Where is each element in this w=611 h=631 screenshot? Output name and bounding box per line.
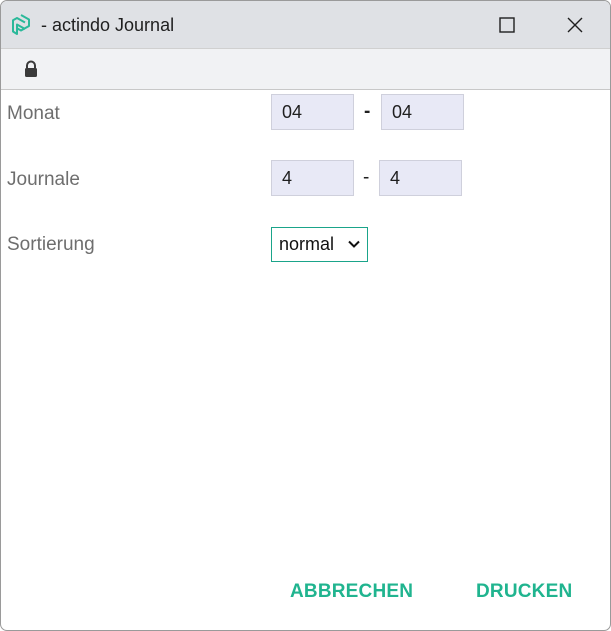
monat-to-input[interactable] (381, 94, 464, 130)
journale-to-input[interactable] (379, 160, 462, 196)
close-button[interactable] (543, 1, 607, 48)
close-icon (567, 17, 583, 32)
maximize-button[interactable] (475, 1, 539, 48)
sortierung-select[interactable]: normal (271, 227, 368, 262)
journale-label: Journale (7, 169, 80, 190)
monat-separator: - (364, 101, 371, 122)
sortierung-selected-value: normal (279, 234, 335, 254)
journale-from-input[interactable] (271, 160, 354, 196)
monat-label: Monat (7, 103, 60, 124)
print-button[interactable]: DRUCKEN (476, 581, 572, 603)
monat-from-input[interactable] (271, 94, 354, 130)
chevron-down-icon (348, 240, 360, 248)
window-title: - actindo Journal (41, 15, 175, 35)
address-bar (1, 48, 610, 90)
cancel-button[interactable]: ABBRECHEN (290, 581, 413, 603)
title-bar[interactable]: - actindo Journal (1, 1, 610, 48)
journal-form: Monat - Journale - Sortierung normal ABB… (1, 89, 610, 630)
dialog-window: - actindo Journal Monat - Journale - So (0, 0, 611, 631)
actindo-logo-icon (12, 14, 30, 35)
sortierung-label: Sortierung (7, 234, 95, 255)
journale-separator: - (363, 167, 370, 188)
lock-icon (25, 60, 37, 77)
maximize-icon (499, 16, 515, 33)
